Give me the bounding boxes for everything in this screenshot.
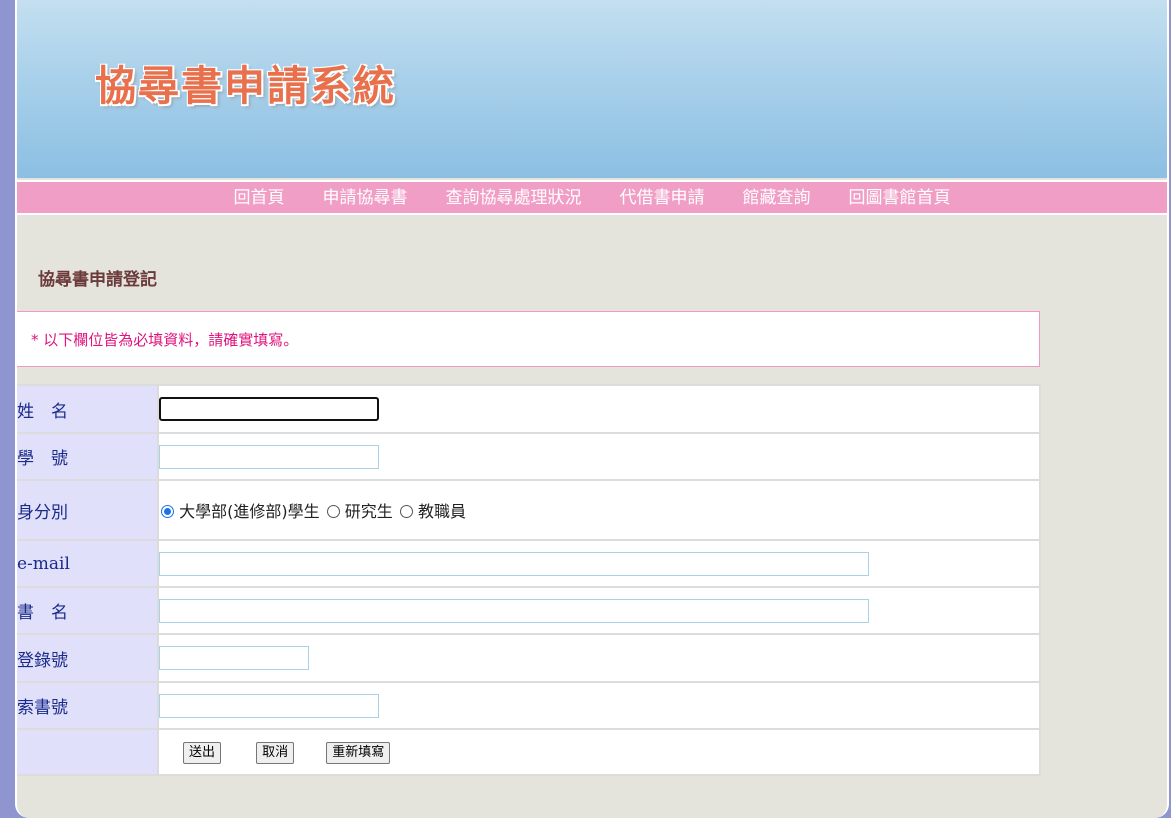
identity-radio-graduate[interactable] (326, 505, 340, 518)
nav-library-home[interactable]: 回圖書館首頁 (849, 182, 951, 214)
identity-option-undergrad: 大學部(進修部)學生 (179, 502, 320, 521)
accession-label: 登錄號 (17, 633, 159, 683)
form-row-book-title: 書 名 (17, 586, 1041, 635)
book-title-input[interactable] (159, 598, 869, 623)
nav-home[interactable]: 回首頁 (234, 182, 285, 214)
nav-status[interactable]: 查詢協尋處理狀況 (446, 182, 582, 214)
name-input[interactable] (159, 397, 379, 421)
call-number-label: 索書號 (17, 681, 159, 730)
required-notice: * 以下欄位皆為必填資料，請確實填寫。 (17, 311, 1040, 367)
main-nav: 回首頁 申請協尋書 查詢協尋處理狀況 代借書申請 館藏查詢 回圖書館首頁 (17, 180, 1167, 215)
submit-button[interactable]: 送出 (183, 741, 222, 764)
email-label: e-mail (17, 539, 159, 588)
nav-apply[interactable]: 申請協尋書 (323, 182, 408, 214)
form-row-email: e-mail (17, 539, 1041, 588)
name-label: 姓 名 (17, 384, 159, 434)
header-banner: 協尋書申請系統 (17, 0, 1167, 178)
form-row-accession: 登錄號 (17, 633, 1041, 683)
page-container: 協尋書申請系統 回首頁 申請協尋書 查詢協尋處理狀況 代借書申請 館藏查詢 回圖書館首頁 … (15, 0, 1169, 818)
button-bar: 送出 取消 重新填寫 (157, 728, 1041, 776)
form-row-buttons: 送出 取消 重新填寫 (17, 728, 1041, 776)
identity-option-graduate: 研究生 (344, 502, 393, 521)
nav-catalog[interactable]: 館藏查詢 (743, 182, 811, 214)
form-row-student-id: 學 號 (17, 432, 1041, 481)
request-form: 姓 名 學 號 身分別 大學部(進修部)學生 研究生 教職員 e-mail 書 … (17, 384, 1041, 776)
email-input[interactable] (159, 551, 869, 576)
identity-label: 身分別 (17, 479, 159, 541)
student-id-label: 學 號 (17, 432, 159, 481)
form-row-name: 姓 名 (17, 384, 1041, 434)
identity-radio-staff[interactable] (399, 505, 413, 518)
student-id-input[interactable] (159, 444, 379, 469)
form-row-identity: 身分別 大學部(進修部)學生 研究生 教職員 (17, 479, 1041, 541)
identity-option-staff: 教職員 (417, 502, 466, 521)
reset-button[interactable]: 重新填寫 (326, 741, 391, 764)
identity-radio-undergrad[interactable] (161, 505, 174, 518)
buttons-label-cell (17, 728, 159, 776)
cancel-button[interactable]: 取消 (256, 741, 295, 764)
nav-borrow[interactable]: 代借書申請 (620, 182, 705, 214)
form-row-call-number: 索書號 (17, 681, 1041, 730)
book-title-label: 書 名 (17, 586, 159, 635)
page-title: 協尋書申請登記 (38, 270, 157, 290)
site-title: 協尋書申請系統 (95, 62, 396, 110)
accession-input[interactable] (159, 646, 309, 670)
call-number-input[interactable] (159, 693, 379, 718)
identity-radio-group: 大學部(進修部)學生 研究生 教職員 (157, 479, 1041, 541)
